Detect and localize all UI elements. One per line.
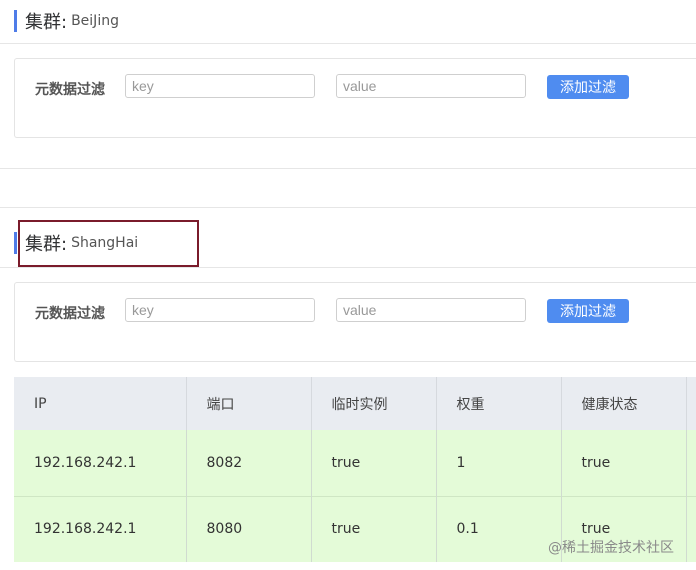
annotation-highlight-box bbox=[18, 220, 199, 267]
cell-ephemeral: true bbox=[311, 495, 437, 562]
metadata-filter-label: 元数据过滤 bbox=[35, 82, 105, 98]
accent-bar bbox=[14, 10, 17, 32]
column-header-overflow bbox=[686, 377, 696, 430]
divider bbox=[0, 43, 696, 44]
column-header-ephemeral: 临时实例 bbox=[311, 377, 437, 430]
cluster-label: 集群: bbox=[25, 12, 68, 33]
divider bbox=[0, 267, 696, 268]
watermark: @稀土掘金技术社区 bbox=[548, 540, 674, 556]
cell-weight: 0.1 bbox=[436, 495, 562, 562]
add-filter-button[interactable]: 添加过滤 bbox=[547, 299, 629, 323]
cell-weight: 1 bbox=[436, 430, 562, 496]
cell-port: 8082 bbox=[186, 430, 312, 496]
metadata-filter-label: 元数据过滤 bbox=[35, 306, 105, 322]
cluster-name: BeiJing bbox=[71, 13, 119, 29]
column-header-ip: IP bbox=[14, 377, 187, 430]
cell-port: 8080 bbox=[186, 495, 312, 562]
metadata-filter-panel: 元数据过滤 添加过滤 bbox=[14, 58, 696, 138]
cell-ip: 192.168.242.1 bbox=[14, 430, 187, 496]
column-header-health: 健康状态 bbox=[561, 377, 687, 430]
cell-ephemeral: true bbox=[311, 430, 437, 496]
cell-overflow bbox=[686, 430, 696, 496]
metadata-filter-panel: 元数据过滤 添加过滤 bbox=[14, 282, 696, 362]
divider bbox=[0, 207, 696, 208]
filter-value-input[interactable] bbox=[336, 74, 526, 98]
cluster-header-beijing: 集群: BeiJing bbox=[14, 9, 119, 33]
cell-ip: 192.168.242.1 bbox=[14, 495, 187, 562]
instances-table: IP 端口 临时实例 权重 健康状态 192.168.242.1 8082 tr… bbox=[14, 377, 696, 562]
table-row: 192.168.242.1 8082 true 1 true bbox=[14, 430, 696, 496]
filter-key-input[interactable] bbox=[125, 74, 315, 98]
table-header-row: IP 端口 临时实例 权重 健康状态 bbox=[14, 377, 696, 430]
filter-value-input[interactable] bbox=[336, 298, 526, 322]
column-header-port: 端口 bbox=[186, 377, 312, 430]
divider bbox=[0, 168, 696, 169]
accent-bar bbox=[14, 232, 17, 254]
add-filter-button[interactable]: 添加过滤 bbox=[547, 75, 629, 99]
cell-overflow bbox=[686, 495, 696, 562]
column-header-weight: 权重 bbox=[436, 377, 562, 430]
cell-health: true bbox=[561, 430, 687, 496]
filter-key-input[interactable] bbox=[125, 298, 315, 322]
